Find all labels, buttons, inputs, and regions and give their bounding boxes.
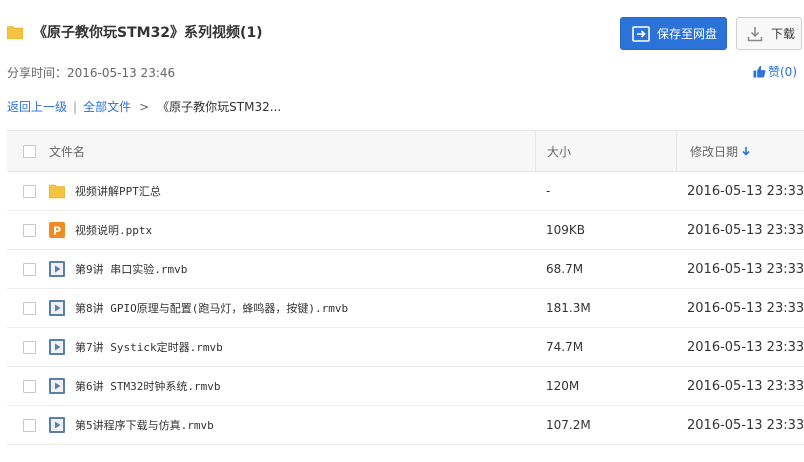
breadcrumb-separator: | xyxy=(73,99,78,114)
file-name[interactable]: 视频说明.pptx xyxy=(75,211,152,249)
save-button-label: 保存至网盘 xyxy=(657,27,718,41)
file-table: 文件名 大小 修改日期 视频讲解PPT汇总 -2016-05-13 23:33 P 视… xyxy=(7,130,804,445)
file-row[interactable]: 第5讲程序下载与仿真.rmvb 107.2M 2016-05-13 23:33 xyxy=(7,406,804,445)
select-all-checkbox[interactable] xyxy=(23,144,36,158)
row-checkbox[interactable] xyxy=(23,223,36,237)
file-name[interactable]: 第9讲 串口实验.rmvb xyxy=(75,250,187,288)
file-size: 74.7M xyxy=(546,340,584,354)
folder-icon xyxy=(7,26,23,39)
file-date: 2016-05-13 23:33 xyxy=(687,261,804,277)
sort-down-icon xyxy=(742,147,750,156)
breadcrumb-current: 《原子教你玩STM32... xyxy=(157,100,282,114)
file-size: 181.3M xyxy=(546,301,591,315)
file-size: 109KB xyxy=(546,223,586,237)
file-date: 2016-05-13 23:33 xyxy=(687,300,804,316)
row-checkbox-cell xyxy=(23,211,36,249)
file-list: 视频讲解PPT汇总 - 2016-05-13 23:33 P 视频说明.pptx 109K… xyxy=(7,172,804,445)
file-row[interactable]: P 视频说明.pptx 109KB 2016-05-13 23:33 xyxy=(7,211,804,250)
file-name[interactable]: 第8讲 GPIO原理与配置(跑马灯，蜂鸣器，按键).rmvb xyxy=(75,289,348,327)
row-checkbox[interactable] xyxy=(23,340,36,354)
save-to-cloud-icon xyxy=(631,24,651,44)
row-checkbox[interactable] xyxy=(23,301,36,315)
column-header-date-label: 修改日期 xyxy=(690,144,739,159)
file-date: 2016-05-13 23:33 xyxy=(687,183,804,199)
file-row[interactable]: 第9讲 串口实验.rmvb 68.7M 2016-05-13 23:33 xyxy=(7,250,804,289)
folder-icon xyxy=(48,183,66,199)
file-name[interactable]: 第6讲 STM32时钟系统.rmvb xyxy=(75,367,220,405)
row-checkbox-cell xyxy=(23,406,36,444)
save-to-cloud-button[interactable]: 保存至网盘 xyxy=(620,17,727,50)
thumbs-up-icon xyxy=(753,65,766,78)
video-file-icon xyxy=(49,300,65,316)
file-row[interactable]: 第7讲 Systick定时器.rmvb 74.7M 2016-05-13 23:33 xyxy=(7,328,804,367)
row-checkbox[interactable] xyxy=(23,184,36,198)
file-row[interactable]: 第6讲 STM32时钟系统.rmvb 120M 2016-05-13 23:33 xyxy=(7,367,804,406)
page-title: 《原子教你玩STM32》系列视频(1) xyxy=(33,25,263,41)
file-name[interactable]: 第5讲程序下载与仿真.rmvb xyxy=(75,406,214,444)
video-file-icon xyxy=(49,378,65,394)
table-header: 文件名 大小 修改日期 xyxy=(7,130,804,172)
svg-text:P: P xyxy=(53,225,61,238)
file-row[interactable]: 第8讲 GPIO原理与配置(跑马灯，蜂鸣器，按键).rmvb 181.3M 2016… xyxy=(7,289,804,328)
breadcrumb-back-link[interactable]: 返回上一级 xyxy=(7,98,67,115)
file-name[interactable]: 视频讲解PPT汇总 xyxy=(75,172,161,210)
like-label: 赞(0) xyxy=(768,65,797,79)
row-checkbox[interactable] xyxy=(23,379,36,393)
download-button-label: 下载 xyxy=(771,27,796,41)
video-file-icon xyxy=(49,339,65,355)
pptx-file-icon: P xyxy=(49,222,65,238)
column-header-size[interactable]: 大小 xyxy=(535,131,687,171)
row-checkbox-cell xyxy=(23,367,36,405)
file-date: 2016-05-13 23:33 xyxy=(687,378,804,394)
download-button[interactable]: 下载 xyxy=(736,17,802,50)
column-header-date[interactable]: 修改日期 xyxy=(676,131,750,171)
like-button[interactable]: 赞(0) xyxy=(753,63,797,80)
breadcrumb-arrow: > xyxy=(139,99,150,114)
file-size: - xyxy=(546,184,551,198)
select-all-cell xyxy=(23,131,36,171)
row-checkbox-cell xyxy=(23,328,36,366)
file-size: 107.2M xyxy=(546,418,591,432)
file-row[interactable]: 视频讲解PPT汇总 - 2016-05-13 23:33 xyxy=(7,172,804,211)
share-header: 《原子教你玩STM32》系列视频(1) 保存至网盘 下载 xyxy=(0,0,804,60)
column-header-name[interactable]: 文件名 xyxy=(49,131,85,171)
row-checkbox[interactable] xyxy=(23,262,36,276)
breadcrumb-all-files-link[interactable]: 全部文件 xyxy=(83,98,131,115)
breadcrumb: 返回上一级 | 全部文件 > 《原子教你玩STM32... xyxy=(7,98,281,115)
file-size: 68.7M xyxy=(546,262,584,276)
row-checkbox-cell xyxy=(23,289,36,327)
row-checkbox-cell xyxy=(23,172,36,210)
row-checkbox-cell xyxy=(23,250,36,288)
file-name[interactable]: 第7讲 Systick定时器.rmvb xyxy=(75,328,223,366)
download-icon xyxy=(747,26,763,42)
file-size: 120M xyxy=(546,379,580,393)
file-date: 2016-05-13 23:33 xyxy=(687,417,804,433)
file-date: 2016-05-13 23:33 xyxy=(687,339,804,355)
file-date: 2016-05-13 23:33 xyxy=(687,222,804,238)
row-checkbox[interactable] xyxy=(23,418,36,432)
video-file-icon xyxy=(49,261,65,277)
share-time: 分享时间：2016-05-13 23:46 xyxy=(7,66,176,80)
video-file-icon xyxy=(49,417,65,433)
